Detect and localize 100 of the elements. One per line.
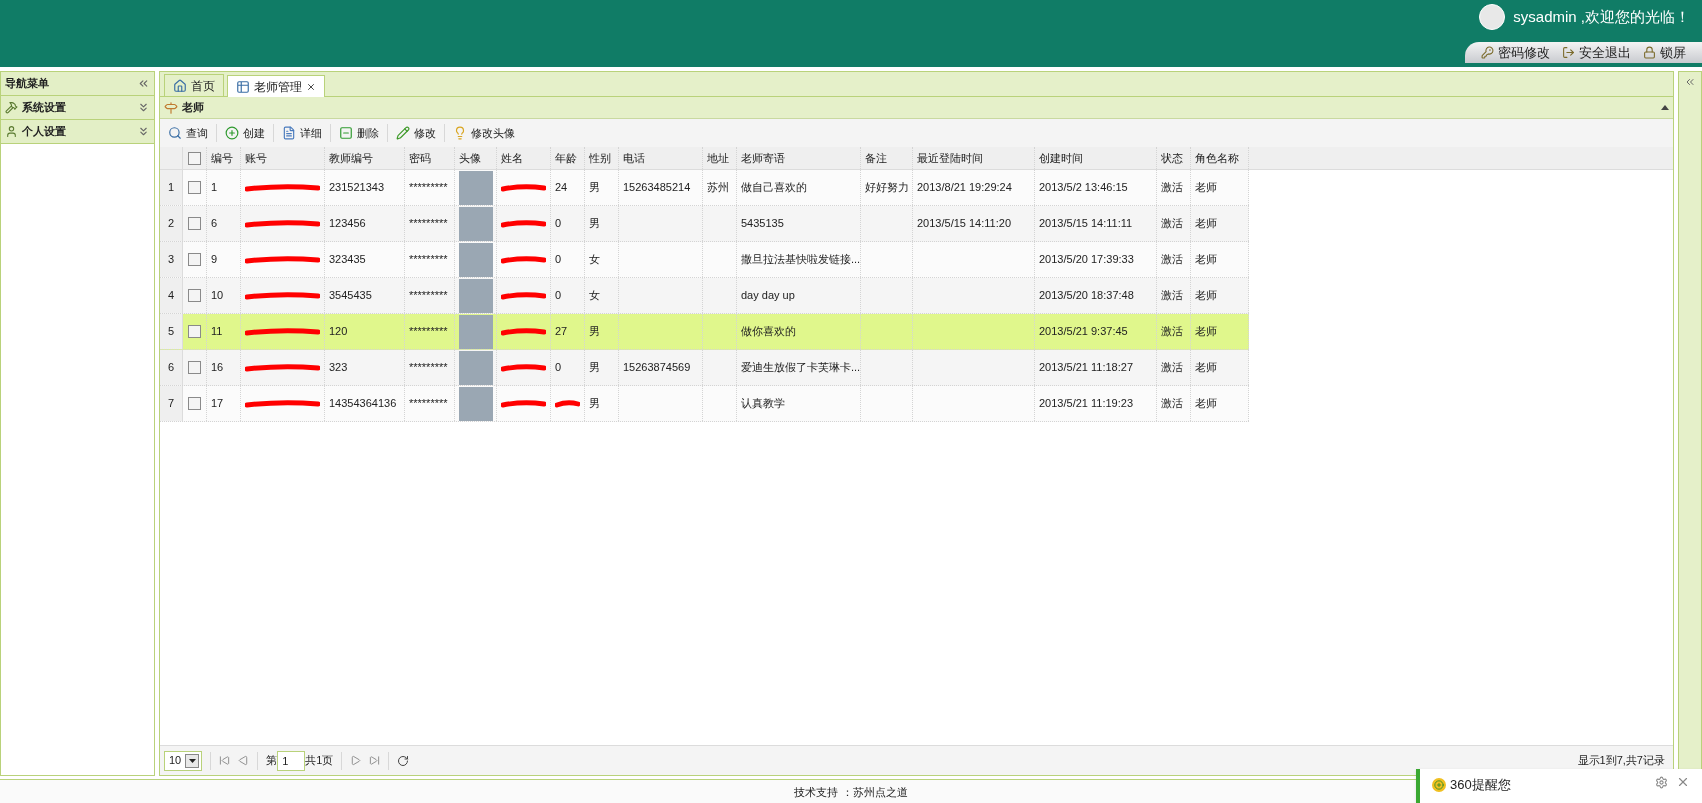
table-cell-text: ********* — [409, 252, 448, 268]
table-cell-text: ********* — [409, 180, 448, 196]
last-page-icon[interactable] — [369, 755, 381, 766]
header-link[interactable]: 安全退出 — [1562, 42, 1631, 63]
table-row[interactable]: 7 17 14354364136 ********* 男 认真教学 2013/5/21 11:19:23 激活 老师 — [160, 386, 1249, 422]
toolbar-button[interactable]: 创建 — [221, 122, 269, 144]
header-link[interactable]: 密码修改 — [1481, 42, 1550, 63]
column-header[interactable]: 地址 — [707, 149, 729, 167]
checkbox[interactable] — [188, 217, 201, 230]
document-icon — [282, 126, 296, 140]
column-header[interactable]: 老师寄语 — [741, 149, 785, 167]
table-cell-text: 好好努力 — [865, 180, 909, 196]
table-cell-text: 15263874569 — [623, 360, 691, 376]
table-cell-text: ********* — [409, 216, 448, 232]
tab[interactable]: 首页 — [164, 74, 224, 96]
home-icon — [173, 78, 187, 93]
photo-placeholder — [458, 278, 493, 313]
column-header[interactable]: 账号 — [245, 149, 267, 167]
photo-placeholder — [458, 350, 493, 385]
table-cell-text: 做你喜欢的 — [741, 324, 796, 340]
sidebar-item[interactable]: 个人设置 — [1, 120, 154, 144]
row-number: 1 — [167, 180, 175, 196]
signpost-icon — [164, 100, 178, 115]
toolbar-button[interactable]: 修改头像 — [449, 122, 519, 144]
column-header[interactable]: 创建时间 — [1039, 149, 1083, 167]
toolbar-button[interactable]: 修改 — [392, 122, 440, 144]
table-cell-text: 1 — [211, 180, 218, 196]
table-cell-text: 男 — [589, 360, 600, 376]
table-row[interactable]: 3 9 323435 ********* 0 女 撒旦拉法基快啦发链接... 2013/5/20 17:39:33 激活 老师 — [160, 242, 1249, 278]
table-cell-text: 2013/5/20 17:39:33 — [1039, 252, 1134, 268]
row-number: 7 — [167, 396, 175, 412]
sidebar-item[interactable]: 系统设置 — [1, 96, 154, 120]
table-cell-text: 14354364136 — [329, 396, 397, 412]
footer-text: 技术支持 ：苏州点之道 — [794, 785, 908, 800]
hammer-icon — [5, 101, 18, 114]
column-header[interactable]: 密码 — [409, 149, 431, 167]
checkbox[interactable] — [188, 151, 201, 165]
first-page-icon[interactable] — [219, 755, 231, 766]
avatar-placeholder — [1479, 4, 1506, 30]
column-header[interactable]: 性别 — [589, 149, 611, 167]
refresh-icon[interactable] — [397, 754, 410, 767]
toolbar-button[interactable]: 详细 — [278, 122, 326, 144]
page-size-select[interactable]: 10 — [164, 750, 203, 771]
grid-icon — [236, 79, 250, 94]
page-total: 共1页 — [305, 753, 334, 769]
table-cell-text: 激活 — [1161, 180, 1183, 196]
page-input[interactable]: 1 — [277, 750, 306, 771]
column-header[interactable]: 角色名称 — [1195, 149, 1239, 167]
toolbar-button[interactable]: 查询 — [164, 122, 212, 144]
table-cell-text: 0 — [555, 360, 562, 376]
logout-icon — [1562, 46, 1575, 59]
table-row[interactable]: 5 11 120 ********* 27 男 做你喜欢的 2013/5/21 9:37:45 激活 老师 — [160, 314, 1249, 350]
tab[interactable]: 老师管理 — [227, 75, 325, 97]
welcome-text: sysadmin ,欢迎您的光临！ — [1513, 6, 1690, 27]
checkbox[interactable] — [188, 397, 201, 410]
settings-icon[interactable] — [1655, 775, 1668, 789]
sidebar-title: 导航菜单 — [5, 76, 49, 92]
table-cell-text: 老师 — [1195, 180, 1217, 196]
plus-circle-icon — [225, 126, 239, 140]
checkbox[interactable] — [188, 361, 201, 374]
table-cell-text: 323 — [329, 360, 348, 376]
column-header[interactable]: 姓名 — [501, 149, 523, 167]
table-cell-text: 老师 — [1195, 324, 1217, 340]
table-row[interactable]: 2 6 123456 ********* 0 男 5435135 2013/5/15 14:11:20 2013/5/15 14:11:11 激活 老师 — [160, 206, 1249, 242]
column-header[interactable]: 备注 — [865, 149, 887, 167]
photo-placeholder — [458, 242, 493, 277]
checkbox[interactable] — [188, 325, 201, 338]
column-header[interactable]: 状态 — [1161, 149, 1183, 167]
toolbar-button[interactable]: 删除 — [335, 122, 383, 144]
user-icon — [5, 125, 18, 138]
row-number: 6 — [167, 360, 175, 376]
table-cell-text: 激活 — [1161, 216, 1183, 232]
table-cell-text: 男 — [589, 396, 600, 412]
table-cell-text: 2013/5/20 18:37:48 — [1039, 288, 1134, 304]
column-header[interactable]: 年龄 — [555, 149, 577, 167]
checkbox[interactable] — [188, 289, 201, 302]
table-cell-text: ********* — [409, 360, 448, 376]
table-cell-text: 女 — [589, 288, 600, 304]
close-icon[interactable] — [306, 81, 316, 92]
checkbox[interactable] — [188, 253, 201, 266]
redaction-scribble — [501, 183, 546, 192]
table-row[interactable]: 1 1 231521343 ********* 24 男 15263485214 苏州 做自己喜欢的 好好努力 2013/8/21 19:29:24 2013/5/2 13:46:15 激活 老师 — [160, 170, 1249, 206]
table-cell-text: 2013/5/15 14:11:11 — [1039, 216, 1133, 232]
column-header[interactable]: 头像 — [459, 149, 481, 167]
column-header[interactable]: 编号 — [211, 149, 233, 167]
previous-page-icon[interactable] — [238, 755, 250, 766]
table-cell-text: 激活 — [1161, 288, 1183, 304]
column-header[interactable]: 教师编号 — [329, 149, 373, 167]
column-header[interactable]: 最近登陆时间 — [917, 149, 983, 167]
table-row[interactable]: 6 16 323 ********* 0 男 15263874569 爱迪生放假了卡芙琳卡... 2013/5/21 11:18:27 激活 老师 — [160, 350, 1249, 386]
table-cell-text: 2013/5/21 11:18:27 — [1039, 360, 1133, 376]
header-link[interactable]: 锁屏 — [1643, 42, 1686, 63]
expand-icon[interactable] — [1684, 76, 1696, 88]
table-cell-text: 17 — [211, 396, 224, 412]
checkbox[interactable] — [188, 181, 201, 194]
next-page-icon[interactable] — [350, 755, 362, 766]
collapse-icon[interactable] — [1661, 105, 1669, 110]
table-row[interactable]: 4 10 3545435 ********* 0 女 day day up 2013/5/20 18:37:48 激活 老师 — [160, 278, 1249, 314]
column-header[interactable]: 电话 — [623, 149, 645, 167]
collapse-icon[interactable] — [137, 77, 150, 90]
